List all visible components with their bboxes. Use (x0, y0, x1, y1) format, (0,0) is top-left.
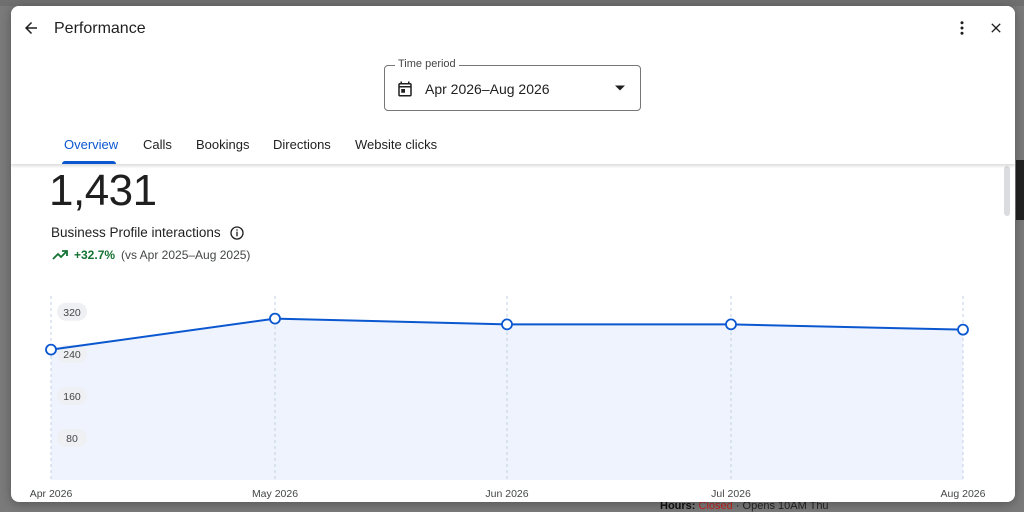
y-tick-label: 320 (63, 307, 81, 319)
background-panel-edge (1016, 160, 1024, 220)
dialog-header: Performance Time period Apr 2026–Aug 202… (11, 6, 1015, 164)
interactions-chart: 80 160 240 320 Apr 2026 May 2026 Jun 2026 Jul 2… (30, 296, 986, 500)
x-tick-label: Aug 2026 (941, 488, 986, 500)
calendar-icon (398, 81, 412, 97)
x-tick-label: May 2026 (252, 488, 298, 500)
x-tick-label: Apr 2026 (30, 488, 73, 500)
data-point (269, 312, 281, 325)
tab-overview[interactable]: Overview (64, 137, 118, 152)
active-tab-indicator (62, 161, 116, 164)
trending-up-icon (52, 250, 68, 260)
x-tick-label: Jul 2026 (711, 488, 751, 500)
tab-website-clicks[interactable]: Website clicks (355, 137, 437, 152)
y-tick-label: 240 (63, 349, 81, 361)
x-tick-label: Jun 2026 (485, 488, 528, 500)
back-button[interactable] (17, 14, 45, 42)
time-period-select[interactable]: Time period Apr 2026–Aug 2026 (384, 58, 641, 111)
change-percent: +32.7% (74, 248, 116, 262)
scrollbar-thumb[interactable] (1004, 166, 1010, 216)
close-icon (991, 23, 1001, 33)
metric-label: Business Profile interactions (51, 225, 221, 240)
y-tick-label: 160 (63, 391, 81, 403)
data-point (957, 323, 969, 336)
back-arrow-icon (25, 22, 37, 34)
data-point (45, 343, 57, 356)
time-period-value: Apr 2026–Aug 2026 (425, 81, 550, 97)
dropdown-arrow-icon (615, 85, 625, 91)
y-tick-label: 80 (66, 433, 78, 445)
tab-directions[interactable]: Directions (273, 137, 331, 152)
more-vert-icon (960, 21, 964, 35)
total-interactions-value: 1,431 (49, 166, 157, 215)
comparison-period: (vs Apr 2025–Aug 2025) (121, 248, 251, 262)
tab-bookings[interactable]: Bookings (196, 137, 249, 152)
performance-dialog: Performance Time period Apr 2026–Aug 202… (11, 6, 1015, 502)
time-period-label: Time period (395, 58, 459, 70)
more-options-button[interactable] (948, 14, 976, 42)
data-point (501, 318, 513, 331)
close-button[interactable] (982, 14, 1010, 42)
info-icon[interactable] (229, 225, 245, 241)
dialog-title: Performance (54, 20, 146, 37)
tab-calls[interactable]: Calls (143, 137, 172, 152)
data-point (725, 318, 737, 331)
